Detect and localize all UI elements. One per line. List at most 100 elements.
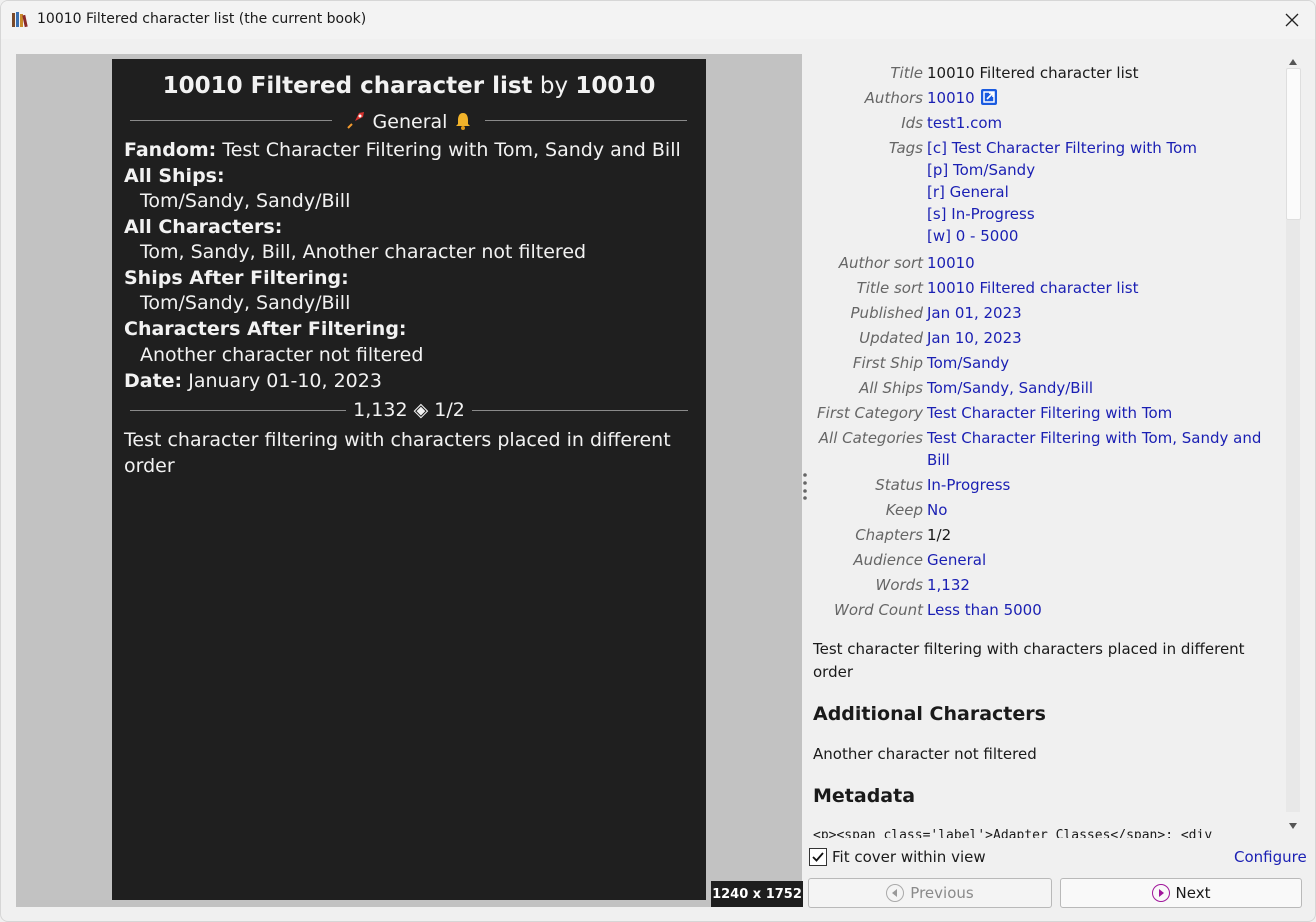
left-arrow-icon	[886, 884, 905, 902]
previous-label: Previous	[910, 884, 974, 902]
external-link-icon[interactable]	[980, 89, 997, 105]
field-link[interactable]: Jan 01, 2023	[927, 302, 1277, 324]
checkmark-icon	[812, 852, 824, 862]
external-link-glyph	[982, 91, 995, 103]
field-link[interactable]: Test Character Filtering with Tom, Sandy…	[927, 427, 1277, 449]
cover-chars-after-label-text: Characters After Filtering:	[124, 318, 407, 340]
triangle-down-icon	[1289, 823, 1297, 829]
cover-dimensions-badge: 1240 x 1752	[711, 881, 803, 907]
field-label: Audience	[853, 551, 923, 569]
cover-all-ships-label: All Ships:	[124, 165, 225, 187]
cover-rating: General	[372, 111, 448, 133]
cover-all-ships-label-text: All Ships:	[124, 165, 225, 187]
field-label: First Category	[817, 404, 923, 422]
field-label: Ids	[901, 114, 923, 132]
cover-ships-after-value: Tom/Sandy, Sandy/Bill	[140, 292, 351, 314]
previous-button[interactable]: Previous	[808, 878, 1052, 908]
cover-chars-after-value: Another character not filtered	[140, 344, 424, 366]
cover-all-ships-value: Tom/Sandy, Sandy/Bill	[140, 190, 351, 212]
cover-chapters: 1/2	[434, 399, 465, 421]
tag-link[interactable]: [c] Test Character Filtering with Tom	[927, 137, 1277, 159]
field-link[interactable]: 1,132	[927, 574, 1277, 596]
ids-link[interactable]: test1.com	[927, 112, 1277, 134]
scroll-down-button[interactable]	[1287, 820, 1299, 832]
fit-cover-label[interactable]: Fit cover within view	[832, 848, 986, 866]
scroll-up-button[interactable]	[1287, 56, 1299, 68]
cover-all-characters-label: All Characters:	[124, 216, 282, 238]
field-value-wrap: Test Character Filtering with Tom, Sandy…	[927, 427, 1277, 471]
cover-ships-after-label-text: Ships After Filtering:	[124, 267, 349, 289]
cover-stats-line: 1,132 ◈ 1/2	[112, 399, 706, 421]
cover-pane: 10010 Filtered character list by 10010 G…	[16, 54, 802, 907]
tag-link[interactable]: [r] General	[927, 181, 1277, 203]
tags-list: [c] Test Character Filtering with Tom [p…	[927, 137, 1277, 247]
cover-summary-line1: Test character filtering with characters…	[124, 429, 671, 451]
tag-link[interactable]: [p] Tom/Sandy	[927, 159, 1277, 181]
title-bar: 10010 Filtered character list (the curre…	[1, 1, 1315, 39]
close-button[interactable]	[1269, 1, 1315, 39]
field-label: Author sort	[838, 254, 923, 272]
dialog-window: 10010 Filtered character list (the curre…	[0, 0, 1316, 922]
scroll-thumb[interactable]	[1286, 68, 1301, 220]
field-label: Tags	[888, 139, 923, 157]
field-label: Published	[850, 304, 923, 322]
author-link[interactable]: 10010	[927, 89, 975, 107]
field-label: Keep	[885, 501, 923, 519]
cover-fandom-label: Fandom:	[124, 139, 217, 161]
field-label: Chapters	[855, 526, 923, 544]
next-button[interactable]: Next	[1060, 878, 1302, 908]
cover-summary-line2: order	[124, 455, 175, 477]
details-scrollbar[interactable]	[1284, 54, 1302, 837]
additional-characters-text: Another character not filtered	[813, 745, 1037, 763]
book-cover: 10010 Filtered character list by 10010 G…	[112, 59, 706, 900]
field-label: First Ship	[852, 354, 923, 372]
cover-chars-after-label: Characters After Filtering:	[124, 318, 407, 340]
tag-link[interactable]: [s] In-Progress	[927, 203, 1277, 225]
scroll-track[interactable]	[1286, 220, 1300, 812]
additional-characters-heading: Additional Characters	[813, 703, 1046, 725]
field-label: Words	[875, 576, 923, 594]
configure-link[interactable]: Configure	[1234, 848, 1307, 866]
field-value-wrap: 10010	[927, 87, 1277, 109]
field-label: Title sort	[856, 279, 923, 297]
field-link[interactable]: Bill	[927, 449, 1277, 471]
window-title: 10010 Filtered character list (the curre…	[37, 11, 367, 27]
cover-date-value: January 01-10, 2023	[188, 370, 382, 392]
next-label: Next	[1175, 884, 1211, 902]
bell-icon	[456, 113, 471, 130]
right-arrow-glyph	[1158, 889, 1164, 897]
field-link[interactable]: Test Character Filtering with Tom	[927, 402, 1277, 424]
cover-fandom: Fandom: Test Character Filtering with To…	[124, 139, 681, 161]
field-label: Title	[890, 64, 923, 82]
details-pane: Title 10010 Filtered character list Auth…	[809, 54, 1284, 838]
field-value: 10010 Filtered character list	[927, 64, 1139, 82]
field-label: Status	[875, 476, 923, 494]
cover-rating-line: General	[112, 109, 706, 133]
field-link[interactable]: Jan 10, 2023	[927, 327, 1277, 349]
field-label: Updated	[859, 329, 923, 347]
description-line: order	[813, 663, 853, 681]
field-link[interactable]: Less than 5000	[927, 599, 1277, 621]
field-link[interactable]: General	[927, 549, 1277, 571]
field-link[interactable]: 10010	[927, 252, 1277, 274]
splitter-handle[interactable]	[802, 471, 808, 501]
field-link[interactable]: Tom/Sandy	[927, 352, 1277, 374]
left-arrow-glyph	[892, 889, 898, 897]
tag-link[interactable]: [w] 0 - 5000	[927, 225, 1277, 247]
description-line: Test character filtering with characters…	[813, 640, 1245, 658]
cover-fandom-value: Test Character Filtering with Tom, Sandy…	[222, 139, 681, 161]
field-label: Authors	[864, 89, 923, 107]
fit-cover-checkbox[interactable]	[809, 848, 827, 866]
field-link[interactable]: Tom/Sandy, Sandy/Bill	[927, 377, 1277, 399]
books-icon	[12, 12, 28, 28]
cover-all-characters-label-text: All Characters:	[124, 216, 283, 238]
field-link[interactable]: In-Progress	[927, 474, 1277, 496]
cover-author: 10010	[575, 73, 656, 99]
field-value: 1/2	[927, 526, 952, 544]
field-link[interactable]: 10010 Filtered character list	[927, 277, 1277, 299]
field-label: All Categories	[818, 429, 923, 447]
field-link[interactable]: No	[927, 499, 1277, 521]
cover-title-text: 10010 Filtered character list	[162, 73, 533, 99]
rocket-icon	[346, 112, 364, 129]
cover-words: 1,132	[353, 399, 408, 421]
